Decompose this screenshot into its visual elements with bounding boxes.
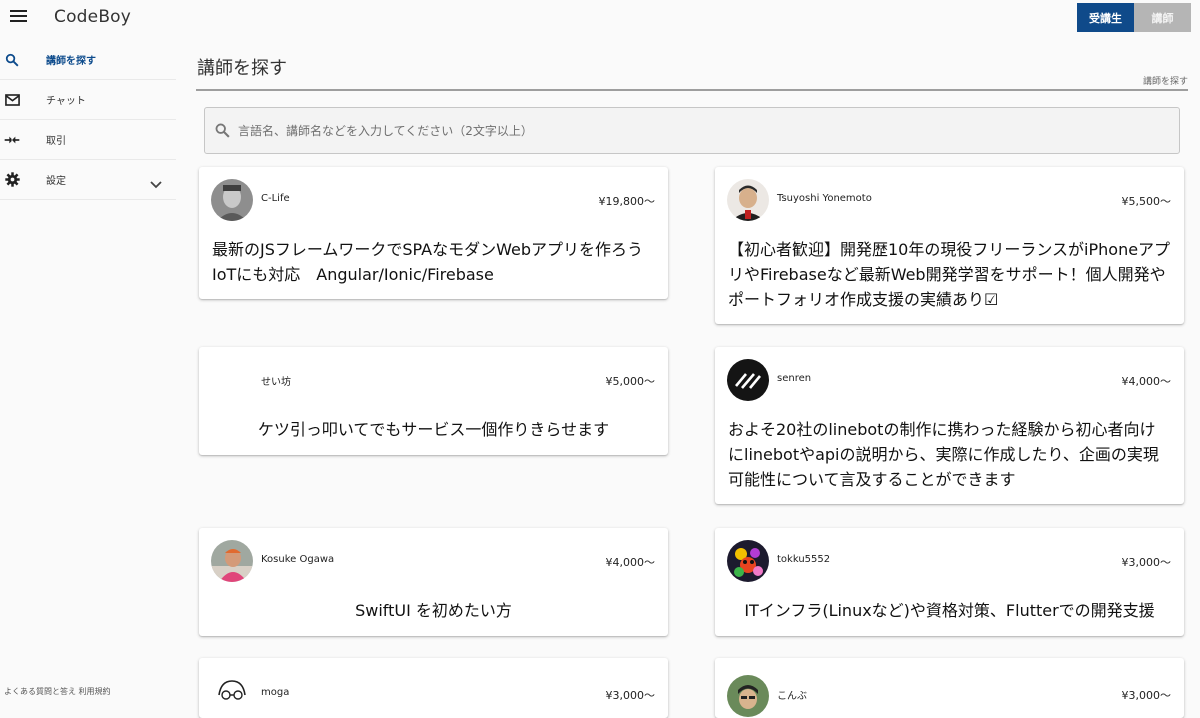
main-content: 講師を探す 講師を探す — [196, 54, 1188, 154]
teacher-price: ¥19,800〜 — [598, 195, 656, 208]
sidebar-item-label: チャット — [46, 96, 86, 107]
teacher-card[interactable]: C-Life ¥19,800〜 最新のJSフレームワークでSPAなモダンWebア… — [199, 167, 668, 299]
role-toggle: 受講生 講師 — [1077, 3, 1191, 32]
sidebar-item-settings[interactable]: 設定 — [0, 160, 176, 200]
breadcrumb[interactable]: 講師を探す — [1143, 74, 1188, 87]
hamburger-menu-icon[interactable] — [10, 10, 27, 24]
mail-icon — [0, 93, 46, 106]
sidebar-item-find-teacher[interactable]: 講師を探す — [0, 40, 176, 80]
teacher-card[interactable]: tokku5552 ¥3,000〜 ITインフラ(Linuxなど)や資格対策、F… — [715, 528, 1184, 636]
course-title: ITインフラ(Linuxなど)や資格対策、Flutterでの開発支援 — [744, 601, 1155, 620]
teacher-name: tokku5552 — [777, 554, 831, 565]
avatar — [727, 179, 769, 221]
avatar — [211, 179, 253, 221]
teacher-price: ¥5,000〜 — [605, 375, 656, 388]
avatar — [211, 540, 253, 582]
sidebar-item-label: 設定 — [46, 176, 66, 187]
course-title: 最新のJSフレームワークでSPAなモダンWebアプリを作ろう IoTにも対応 A… — [212, 240, 660, 284]
app-title[interactable]: CodeBoy — [54, 7, 131, 27]
course-title: およそ20社のlinebotの制作に携わった経験から初心者向けにlinebotや… — [728, 420, 1159, 489]
avatar — [211, 675, 253, 717]
teacher-price: ¥3,000〜 — [1121, 689, 1172, 702]
teacher-card[interactable]: Kosuke Ogawa ¥4,000〜 SwiftUI を初めたい方 — [199, 528, 668, 636]
role-student-button[interactable]: 受講生 — [1077, 3, 1134, 32]
sidebar-item-chat[interactable]: チャット — [0, 80, 176, 120]
teacher-card[interactable]: moga ¥3,000〜 — [199, 658, 668, 718]
course-title: ケツ引っ叩いてでもサービス一個作りきらせます — [257, 420, 610, 439]
teacher-card[interactable]: せい坊 ¥5,000〜 ケツ引っ叩いてでもサービス一個作りきらせます — [199, 347, 668, 455]
course-title: SwiftUI を初めたい方 — [355, 601, 512, 620]
top-app-bar: CodeBoy 受講生 講師 — [0, 0, 1200, 36]
teacher-price: ¥3,000〜 — [1121, 556, 1172, 569]
course-title: 【初心者歓迎】開発歴10年の現役フリーランスがiPhoneアプリやFirebas… — [728, 240, 1171, 309]
teacher-card[interactable]: こんぶ ¥3,000〜 — [715, 658, 1184, 718]
teacher-name: moga — [261, 687, 290, 698]
teacher-card[interactable]: senren ¥4,000〜 およそ20社のlinebotの制作に携わった経験か… — [715, 347, 1184, 504]
swap-icon — [0, 134, 46, 146]
teacher-name: せい坊 — [261, 377, 291, 388]
teacher-name: Kosuke Ogawa — [261, 554, 335, 565]
search-input[interactable] — [238, 123, 1138, 138]
teacher-name: C-Life — [261, 193, 290, 204]
teacher-name: senren — [777, 373, 812, 384]
chevron-down-icon[interactable] — [150, 174, 162, 193]
teacher-name: こんぶ — [777, 691, 807, 702]
teacher-price: ¥5,500〜 — [1121, 195, 1172, 208]
avatar — [727, 675, 769, 717]
page-title: 講師を探す — [197, 58, 287, 79]
title-divider — [196, 89, 1188, 91]
role-teacher-button[interactable]: 講師 — [1134, 3, 1191, 32]
sidebar-item-transactions[interactable]: 取引 — [0, 120, 176, 160]
avatar — [211, 359, 253, 401]
teacher-price: ¥4,000〜 — [1121, 375, 1172, 388]
search-icon — [0, 53, 46, 67]
sidebar-item-label: 取引 — [46, 136, 66, 147]
teacher-price: ¥4,000〜 — [605, 556, 656, 569]
sidebar: 講師を探す チャット 取引 設定 — [0, 40, 176, 200]
avatar — [727, 540, 769, 582]
search-box[interactable] — [204, 107, 1180, 154]
teacher-name: Tsuyoshi Yonemoto — [777, 193, 872, 204]
footer-links[interactable]: よくある質問と答え 利用規約 — [4, 686, 111, 697]
search-icon — [215, 123, 230, 138]
teacher-card[interactable]: Tsuyoshi Yonemoto ¥5,500〜 【初心者歓迎】開発歴10年の… — [715, 167, 1184, 324]
sidebar-item-label: 講師を探す — [46, 56, 96, 67]
teacher-price: ¥3,000〜 — [605, 689, 656, 702]
avatar — [727, 359, 769, 401]
gear-icon — [0, 172, 46, 187]
